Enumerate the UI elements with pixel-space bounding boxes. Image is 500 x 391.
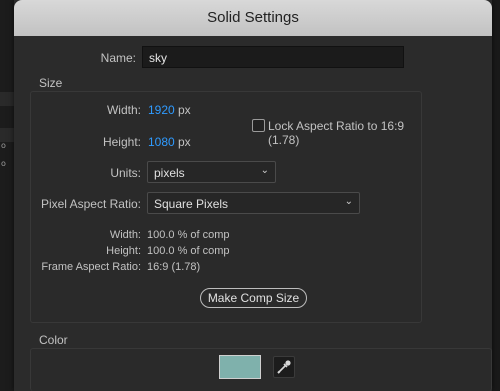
name-input[interactable]: sky — [142, 46, 404, 68]
width-unit: px — [178, 103, 191, 117]
name-label: Name: — [100, 51, 136, 65]
background-text-fragment: o — [1, 141, 6, 150]
solid-settings-dialog: Solid Settings Name: sky Size Width: 192… — [14, 0, 492, 391]
background-strip — [0, 92, 14, 106]
lock-aspect-ratio-label[interactable]: Lock Aspect Ratio to 16:9 (1.78) — [268, 119, 421, 147]
info-frame-aspect-ratio-label: Frame Aspect Ratio: — [41, 261, 141, 273]
eyedropper-button[interactable] — [273, 356, 295, 378]
info-height-value: 100.0 % of comp — [147, 245, 230, 257]
info-height-label: Height: — [106, 245, 141, 257]
background-text-fragment: o — [1, 159, 6, 168]
width-label: Width: — [106, 103, 141, 117]
name-input-value: sky — [149, 51, 167, 65]
background-panel-right — [492, 0, 500, 391]
pixel-aspect-ratio-dropdown[interactable]: Square Pixels ⌄ — [147, 192, 360, 214]
color-swatch[interactable] — [219, 355, 261, 379]
background-panel-left: o o — [0, 0, 14, 391]
height-unit: px — [178, 135, 191, 149]
background-strip — [0, 128, 14, 142]
pixel-aspect-ratio-label: Pixel Aspect Ratio: — [40, 197, 141, 211]
color-section-label: Color — [39, 333, 68, 347]
eyedropper-icon — [277, 360, 291, 374]
size-section-label: Size — [39, 76, 63, 90]
size-section: Width: 1920 px Height: 1080 px Lock Aspe… — [30, 91, 422, 323]
height-value[interactable]: 1080 — [148, 135, 175, 149]
width-value[interactable]: 1920 — [148, 103, 175, 117]
units-label: Units: — [110, 166, 141, 180]
lock-aspect-ratio-checkbox[interactable] — [252, 119, 265, 132]
pixel-aspect-ratio-value: Square Pixels — [154, 197, 229, 211]
info-width-value: 100.0 % of comp — [147, 229, 230, 241]
info-frame-aspect-ratio-value: 16:9 (1.78) — [147, 261, 201, 273]
dialog-title: Solid Settings — [14, 0, 492, 36]
make-comp-size-button[interactable]: Make Comp Size — [200, 288, 307, 308]
units-dropdown[interactable]: pixels ⌄ — [147, 161, 276, 183]
chevron-down-icon: ⌄ — [344, 196, 353, 207]
units-dropdown-value: pixels — [154, 166, 185, 180]
color-section — [30, 348, 492, 391]
chevron-down-icon: ⌄ — [260, 165, 269, 176]
info-width-label: Width: — [109, 229, 141, 241]
height-label: Height: — [102, 135, 141, 149]
